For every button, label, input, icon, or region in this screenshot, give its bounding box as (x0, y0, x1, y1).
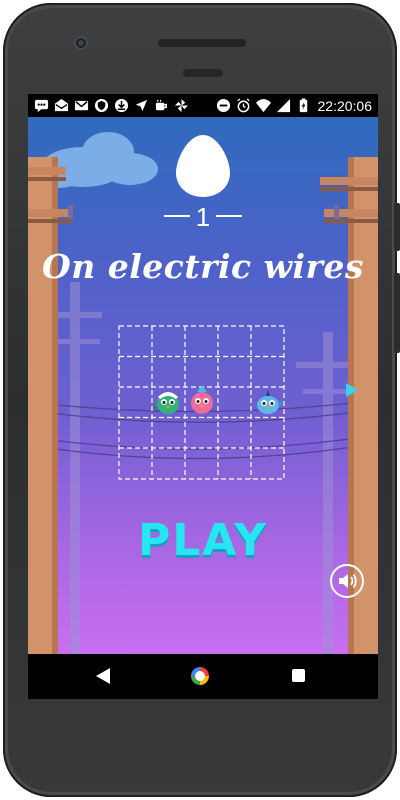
navigation-icon (135, 99, 148, 112)
proximity-sensor (183, 69, 223, 77)
game-canvas: 1 On electric wires PLAY (28, 117, 378, 654)
power-button (394, 203, 400, 251)
screen: 22:20:06 1 On electric wires PLAY (28, 94, 378, 699)
chat-bubble-icon (34, 99, 49, 113)
bird-pink[interactable] (191, 386, 213, 414)
volume-button (394, 273, 400, 353)
pinwheel-icon (174, 98, 189, 113)
battery-charging-icon (299, 98, 307, 113)
do-not-disturb-icon (216, 98, 230, 113)
play-button[interactable]: PLAY (28, 515, 378, 566)
next-level-arrow[interactable] (346, 383, 358, 397)
earpiece-speaker (158, 39, 246, 47)
vpn-shield-icon (94, 98, 109, 113)
puzzle-grid[interactable] (118, 325, 285, 480)
front-camera (74, 36, 88, 50)
coffee-cup-icon (155, 99, 167, 111)
speaker-icon (339, 573, 357, 589)
egg-icon (176, 135, 230, 197)
bird-green[interactable] (152, 392, 179, 414)
bird-blue[interactable] (257, 390, 283, 414)
level-number: 1 (195, 202, 211, 232)
wifi-icon (255, 99, 271, 113)
alarm-icon (236, 98, 250, 113)
level-title: On electric wires (42, 247, 364, 286)
notification-icons (34, 97, 189, 114)
mail-icon (54, 98, 69, 112)
status-time: 22:20:06 (317, 97, 373, 114)
system-status-icons: 22:20:06 (216, 97, 373, 114)
back-triangle-icon[interactable] (96, 668, 110, 684)
sound-toggle-button[interactable] (330, 564, 364, 598)
download-icon (114, 98, 129, 113)
phone-frame: 22:20:06 1 On electric wires PLAY (3, 3, 400, 797)
home-circle-icon[interactable] (191, 667, 209, 685)
signal-icon (276, 98, 290, 113)
gmail-icon (74, 100, 89, 111)
recents-square-icon[interactable] (292, 669, 305, 682)
navigation-bar (28, 654, 378, 699)
status-bar: 22:20:06 (28, 94, 378, 117)
